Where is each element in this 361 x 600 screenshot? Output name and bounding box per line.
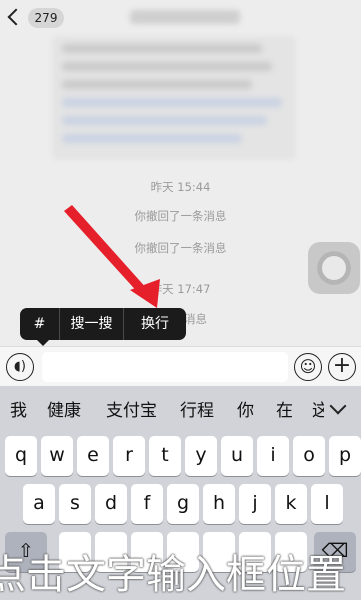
candidate-word[interactable]: 在 [276,386,293,434]
key-d[interactable]: d [95,484,127,524]
key-h[interactable]: h [203,484,235,524]
candidate-word[interactable]: 行程 [180,386,214,434]
key-p[interactable]: p [329,436,361,476]
candidate-word[interactable]: 你 [237,386,254,434]
key-w[interactable]: w [41,436,73,476]
key-u[interactable]: u [221,436,253,476]
key-a[interactable]: a [23,484,55,524]
key-e[interactable]: e [77,436,109,476]
key-o[interactable]: o [293,436,325,476]
plus-icon[interactable]: + [328,353,356,381]
key-y[interactable]: y [185,436,217,476]
candidate-word[interactable]: 健康 [47,386,81,434]
candidate-word[interactable]: 我 [10,386,27,434]
message-input[interactable] [42,352,288,382]
key-k[interactable]: k [275,484,307,524]
key-r[interactable]: r [113,436,145,476]
candidate-word[interactable]: 支付宝 [106,386,157,434]
key-q[interactable]: q [5,436,37,476]
key-t[interactable]: t [149,436,181,476]
voice-icon[interactable]: ◖) [6,353,34,381]
key-l[interactable]: l [311,484,343,524]
emoji-icon[interactable]: ☺ [294,353,322,381]
video-caption: 点击文字输入框位置 [0,552,346,598]
key-s[interactable]: s [59,484,91,524]
key-f[interactable]: f [131,484,163,524]
chevron-down-icon[interactable] [329,397,347,415]
key-i[interactable]: i [257,436,289,476]
candidate-word[interactable]: 这 [312,386,324,434]
candidate-bar: 我 健康 支付宝 行程 你 在 这 [0,386,361,434]
key-j[interactable]: j [239,484,271,524]
input-bar: ◖) ☺ + [0,346,361,386]
key-g[interactable]: g [167,484,199,524]
